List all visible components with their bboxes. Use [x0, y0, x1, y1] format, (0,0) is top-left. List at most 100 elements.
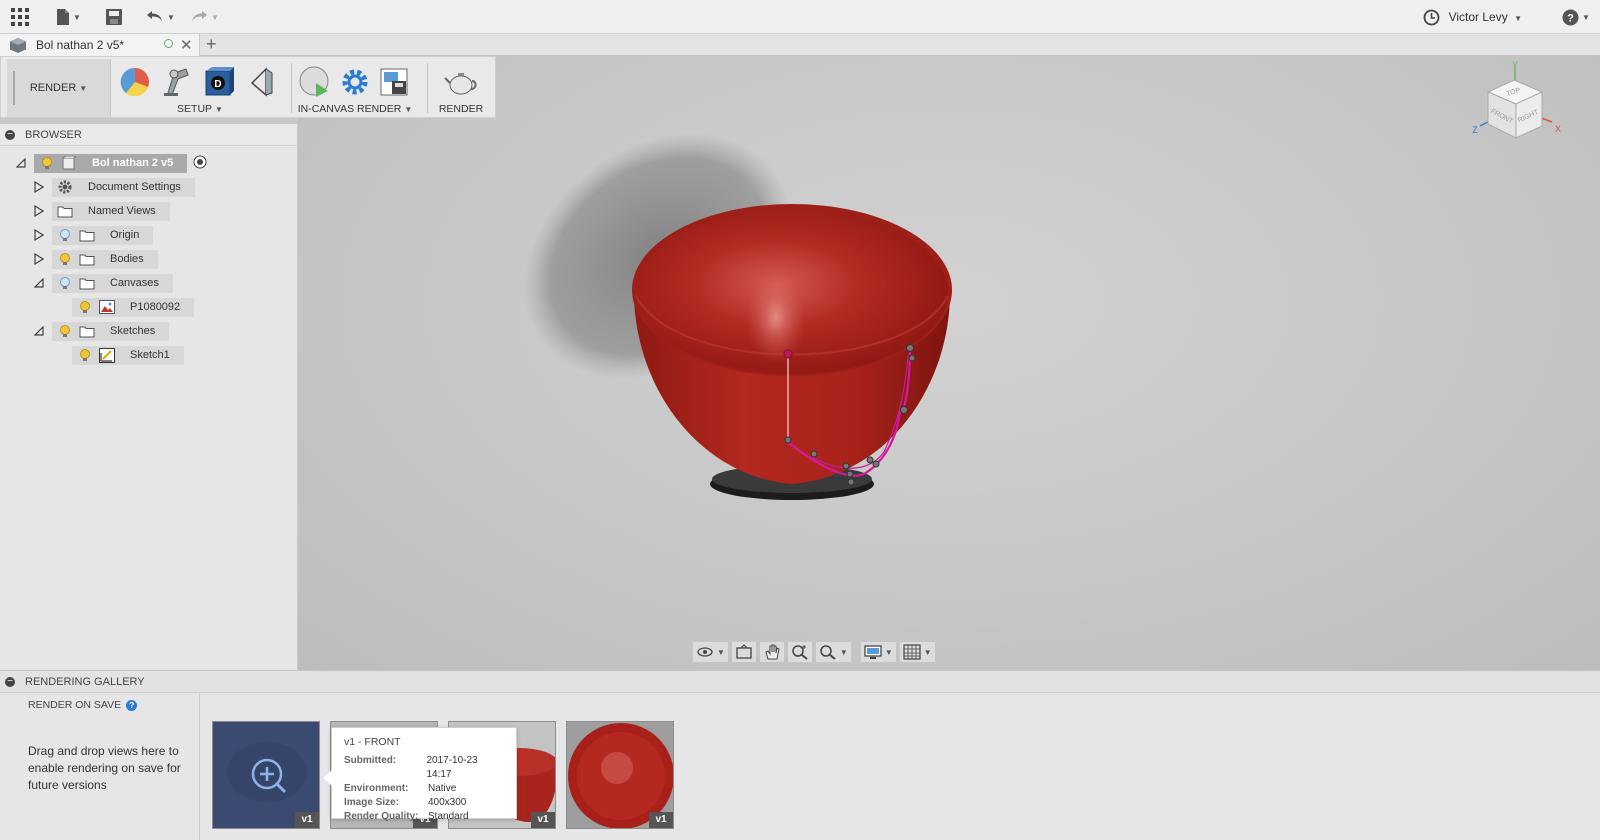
browser-node-canvases[interactable]: Canvases: [32, 273, 173, 293]
toolbar-grip[interactable]: [13, 71, 15, 105]
document-settings-item[interactable]: Document Settings: [52, 177, 195, 197]
toolbar-divider: [427, 63, 428, 113]
close-tab-icon[interactable]: ✕: [180, 36, 193, 54]
canvases-item[interactable]: Canvases: [52, 273, 173, 293]
render-thumbnail[interactable]: v1: [212, 721, 320, 829]
bodies-item[interactable]: Bodies: [52, 249, 158, 269]
collapse-triangle-icon[interactable]: [14, 153, 28, 173]
canvas-image-item[interactable]: P1080092: [72, 297, 195, 317]
decal-icon[interactable]: D: [202, 65, 236, 99]
expand-triangle-icon[interactable]: [32, 177, 46, 197]
texture-map-icon[interactable]: [244, 65, 278, 99]
render-thumbnail[interactable]: v1: [566, 721, 674, 829]
sketch1-label: Sketch1: [130, 349, 170, 361]
collapse-panel-icon[interactable]: −: [5, 676, 15, 687]
lightbulb-off-icon[interactable]: [56, 275, 74, 291]
document-tab[interactable]: Bol nathan 2 v5* ✕: [0, 34, 200, 56]
lightbulb-icon[interactable]: [76, 299, 94, 315]
bowl-model[interactable]: [298, 56, 1600, 670]
browser-node-document-settings[interactable]: Document Settings: [32, 177, 195, 197]
app-bar: ▼ ▼ ▼ Victor Levy ▼ ? ▼: [0, 0, 1600, 34]
zoom-window-button[interactable]: ▼: [814, 641, 852, 663]
help-icon[interactable]: ?: [126, 699, 138, 711]
lightbulb-icon[interactable]: [56, 251, 74, 267]
scene-settings-icon[interactable]: [160, 65, 194, 99]
browser-node-sketch1[interactable]: Sketch1: [66, 345, 184, 365]
sketches-item[interactable]: Sketches: [52, 321, 170, 341]
apps-grid-icon[interactable]: [11, 8, 29, 26]
sketch1-item[interactable]: Sketch1: [72, 345, 184, 365]
folder-icon: [78, 275, 96, 291]
in-canvas-render-icon[interactable]: [298, 65, 332, 99]
viewcube[interactable]: TOP FRONT RIGHT Y Z X: [1470, 60, 1566, 152]
folder-icon: [78, 251, 96, 267]
bodies-label: Bodies: [110, 253, 144, 265]
collapse-triangle-icon[interactable]: [32, 321, 46, 341]
version-badge: v1: [295, 812, 319, 828]
undo-button[interactable]: ▼: [146, 8, 175, 26]
zoom-button[interactable]: [786, 641, 813, 663]
save-button[interactable]: [106, 8, 122, 26]
grid-icon: [903, 644, 921, 660]
expand-triangle-icon[interactable]: [32, 249, 46, 269]
zoom-window-icon: [820, 645, 836, 660]
in-canvas-render-menu[interactable]: IN-CANVAS RENDER ▼: [295, 103, 415, 115]
tooltip-arrow: [323, 770, 332, 786]
navigation-bar: ▼ ▼ ▼ ▼: [692, 640, 936, 664]
orbit-button[interactable]: ▼: [692, 641, 729, 663]
display-settings-button[interactable]: ▼: [859, 641, 897, 663]
grid-settings-button[interactable]: ▼: [898, 641, 936, 663]
expand-triangle-icon[interactable]: [32, 201, 46, 221]
tooltip-title: v1 - FRONT: [344, 736, 401, 748]
tooltip-value: Standard: [428, 811, 469, 822]
browser-node-sketches[interactable]: Sketches: [32, 321, 170, 341]
activate-radio-icon[interactable]: [193, 155, 207, 172]
new-tab-button[interactable]: +: [206, 34, 217, 55]
tooltip-row-quality: Render Quality: Standard: [344, 810, 504, 824]
workspace-label: RENDER: [29, 82, 77, 94]
z-axis-label: Z: [1472, 125, 1478, 135]
orbit-icon: [697, 647, 713, 657]
tooltip-key: Render Quality:: [344, 811, 419, 822]
browser-node-canvas-image[interactable]: P1080092: [66, 297, 195, 317]
lightbulb-icon[interactable]: [76, 347, 94, 363]
browser-node-named-views[interactable]: Named Views: [32, 201, 170, 221]
chevron-down-icon: ▼: [404, 105, 413, 114]
render-settings-gear-icon[interactable]: [338, 65, 372, 99]
setup-menu[interactable]: SETUP ▼: [113, 103, 287, 115]
gallery-header[interactable]: − RENDERING GALLERY: [0, 671, 1600, 693]
root-component[interactable]: Bol nathan 2 v5: [34, 153, 188, 173]
sketches-label: Sketches: [110, 325, 156, 337]
look-at-icon: [736, 644, 752, 659]
named-views-item[interactable]: Named Views: [52, 201, 170, 221]
canvas-viewport[interactable]: TOP FRONT RIGHT Y Z X: [298, 56, 1600, 670]
browser-node-origin[interactable]: Origin: [32, 225, 154, 245]
file-menu-button[interactable]: ▼: [56, 8, 81, 26]
redo-button[interactable]: ▼: [190, 8, 219, 26]
origin-item[interactable]: Origin: [52, 225, 154, 245]
appearance-icon[interactable]: [118, 65, 152, 99]
lightbulb-off-icon[interactable]: [56, 227, 74, 243]
collapse-panel-icon[interactable]: −: [5, 129, 15, 140]
capture-image-icon[interactable]: [378, 65, 412, 99]
render-group: RENDER: [431, 61, 491, 117]
sync-status-icon: [164, 39, 173, 48]
workspace-switcher[interactable]: RENDER ▼: [7, 59, 111, 117]
lightbulb-icon[interactable]: [38, 155, 56, 171]
job-status-clock-icon[interactable]: [1423, 8, 1440, 26]
user-menu[interactable]: Victor Levy ▼: [1449, 10, 1522, 24]
lightbulb-icon[interactable]: [56, 323, 74, 339]
render-label[interactable]: RENDER: [431, 103, 491, 115]
render-teapot-icon[interactable]: [444, 65, 478, 99]
help-menu-button[interactable]: ? ▼: [1562, 8, 1590, 26]
toolbar-divider: [291, 63, 292, 113]
browser-header[interactable]: − BROWSER: [0, 124, 297, 146]
svg-text:?: ?: [1567, 12, 1574, 24]
pan-button[interactable]: [758, 641, 785, 663]
expand-triangle-icon[interactable]: [32, 225, 46, 245]
collapse-triangle-icon[interactable]: [32, 273, 46, 293]
tooltip-row-submitted: Submitted: 2017-10-23 14:17: [344, 754, 504, 782]
look-at-button[interactable]: [730, 641, 757, 663]
browser-root-node[interactable]: Bol nathan 2 v5: [14, 153, 207, 173]
browser-node-bodies[interactable]: Bodies: [32, 249, 158, 269]
